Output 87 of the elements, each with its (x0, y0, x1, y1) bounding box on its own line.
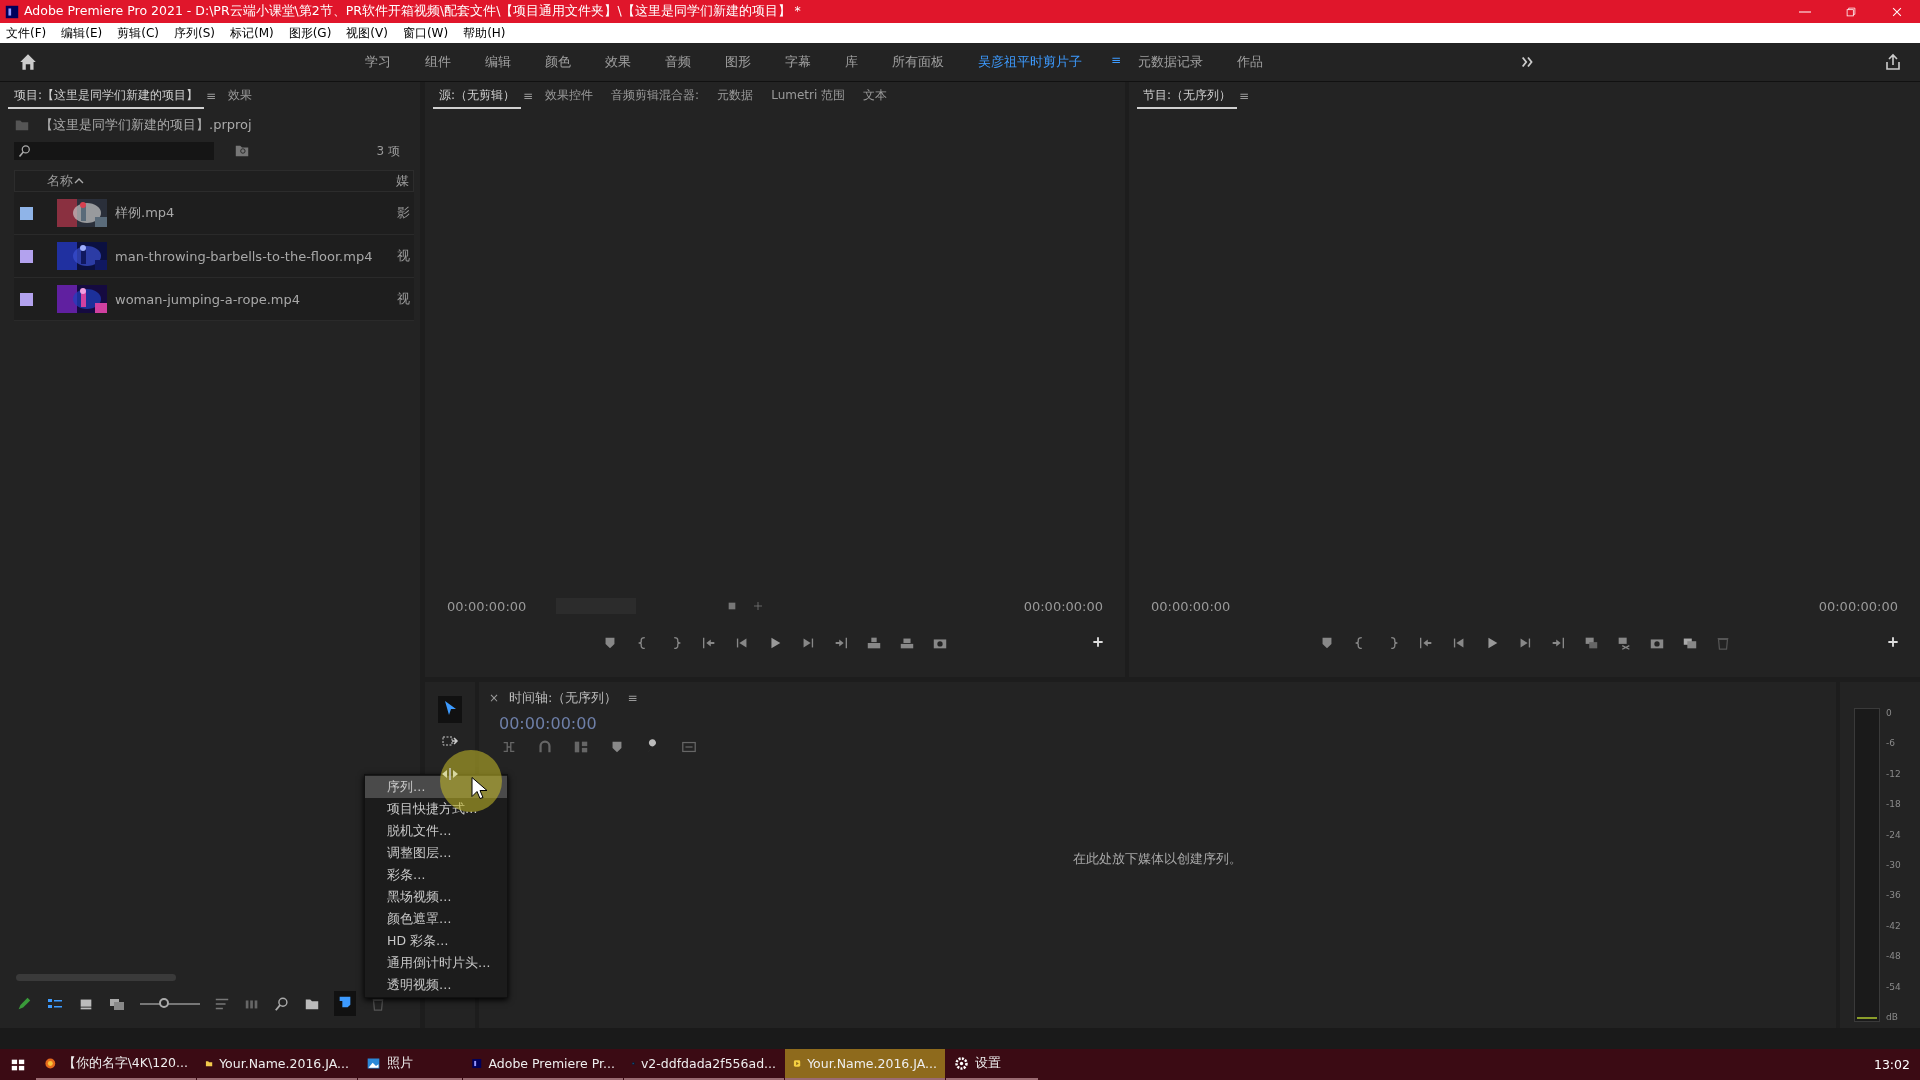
window-title: Adobe Premiere Pro 2021 - D:\PR云端小课堂\第2节、PR软件开箱视频\配套文件\【项目通用文件夹】\【这里是同学们新建的项目】 * (24, 3, 802, 20)
drop-hint: 在此处放下媒体以创建序列。 (1073, 851, 1242, 868)
panel-menu-icon[interactable]: ≡ (1111, 53, 1122, 71)
meter-scale-label: dB (1886, 1011, 1899, 1022)
meter-scale-label: -6 (1886, 738, 1896, 749)
clip-name: woman-jumping-a-rope.mp4 (115, 291, 300, 307)
meter-scale-label: -12 (1886, 768, 1901, 779)
panel-menu-icon[interactable]: ≡ (1239, 89, 1250, 103)
menu-item[interactable]: 项目快捷方式… (365, 798, 507, 820)
menu-item[interactable]: 序列(S) (173, 24, 215, 42)
panel-tab[interactable]: 时间轴:（无序列） (509, 689, 618, 707)
panel-tab[interactable]: 源:（无剪辑） (433, 83, 522, 109)
menu-item[interactable]: 帮助(H) (463, 24, 506, 42)
taskbar-button[interactable]: 【你的名字\4K\120... (36, 1049, 196, 1080)
menu-item[interactable]: 序列… (365, 776, 507, 798)
workspace-tab[interactable]: 作品 (1220, 53, 1281, 71)
column-label[interactable]: 媒 (396, 172, 409, 190)
workspace-tab[interactable]: 字幕 (768, 53, 828, 71)
media-type: 视 (397, 247, 410, 265)
timecode[interactable]: 00:00:00:00 (1151, 598, 1231, 614)
item-count: 3 项 (376, 142, 400, 160)
meter-scale-label: -54 (1886, 981, 1901, 992)
taskbar-button[interactable]: Your.Name.2016.JA... (197, 1049, 357, 1080)
close-icon[interactable]: × (489, 691, 500, 705)
menu-item[interactable]: 文件(F) (6, 24, 47, 42)
workspace-tab[interactable]: 编辑 (468, 53, 528, 71)
panel-tab[interactable]: 效果 (222, 83, 259, 109)
menu-item[interactable]: 彩条… (365, 864, 507, 886)
menu-item[interactable]: 通用倒计时片头… (365, 952, 507, 974)
menu-item[interactable]: 黑场视频… (365, 886, 507, 908)
menu-item[interactable]: 透明视频… (365, 974, 507, 996)
panel-tab[interactable]: 音频剪辑混合器: (605, 83, 706, 109)
menu-item[interactable]: HD 彩条… (365, 930, 507, 952)
timecode[interactable]: 00:00:00:00 (499, 714, 1826, 733)
workspace-tab[interactable]: 音频 (648, 53, 708, 71)
timecode: 00:00:00:00 (1818, 598, 1898, 614)
workspace-tab[interactable]: 组件 (408, 53, 468, 71)
menu-item[interactable]: 剪辑(C) (117, 24, 159, 42)
panel-tab[interactable]: 效果控件 (539, 83, 600, 109)
menu-item[interactable]: 视图(V) (346, 24, 388, 42)
meter-scale-label: -24 (1886, 829, 1901, 840)
taskbar-button[interactable]: Adobe Premiere Pr... (463, 1049, 623, 1080)
panel-tab[interactable]: 节目:（无序列） (1137, 83, 1238, 109)
menu-item[interactable]: 图形(G) (288, 24, 332, 42)
menu-item[interactable]: 颜色遮罩… (365, 908, 507, 930)
meter-scale-label: -48 (1886, 951, 1901, 962)
workspace-tab[interactable]: 元数据记录 (1121, 53, 1221, 71)
workspace-tab[interactable]: 库 (828, 53, 875, 71)
column-label[interactable]: 名称 (47, 172, 73, 190)
project-item-row[interactable]: 样例.mp4 影 (14, 192, 414, 235)
taskbar-button[interactable]: Your.Name.2016.JA... (785, 1049, 945, 1080)
project-item-row[interactable]: woman-jumping-a-rope.mp4 视 (14, 278, 414, 321)
timecode: 00:00:00:00 (1023, 598, 1103, 614)
meter-scale-label: 0 (1886, 708, 1893, 718)
workspace-tab[interactable]: 所有面板 (875, 53, 961, 71)
taskbar-button[interactable]: v2-ddfdada2f556ad... (624, 1049, 784, 1080)
menu-item[interactable]: 调整图层… (365, 842, 507, 864)
panel-menu-icon[interactable]: ≡ (206, 89, 217, 103)
project-file-name: 【这里是同学们新建的项目】.prproj (40, 116, 252, 134)
timecode[interactable]: 00:00:00:00 (447, 598, 527, 614)
panel-tab[interactable]: 元数据 (711, 83, 760, 109)
workspace-tab[interactable]: 效果 (588, 53, 648, 71)
workspace-tab[interactable]: 学习 (348, 53, 408, 71)
menu-item[interactable]: 标记(M) (229, 24, 274, 42)
menu-item[interactable]: 编辑(E) (61, 24, 103, 42)
menu-item[interactable]: 脱机文件… (365, 820, 507, 842)
meter-scale-label: -18 (1886, 799, 1901, 810)
panel-menu-icon[interactable]: ≡ (523, 89, 534, 103)
menu-item[interactable]: 窗口(W) (402, 24, 449, 42)
taskbar-button[interactable]: 照片 (358, 1049, 462, 1080)
clip-name: man-throwing-barbells-to-the-floor.mp4 (115, 248, 373, 264)
meter-scale-label: -30 (1886, 859, 1901, 870)
workspace-tab[interactable]: 吴彦祖平时剪片子 (961, 53, 1099, 71)
panel-tab[interactable]: 文本 (857, 83, 894, 109)
clock: 13:02 (1873, 1057, 1910, 1072)
workspace-tab[interactable]: 颜色 (528, 53, 588, 71)
panel-tab[interactable]: Lumetri 范围 (765, 83, 852, 109)
workspace-tab[interactable]: 图形 (708, 53, 768, 71)
project-item-row[interactable]: man-throwing-barbells-to-the-floor.mp4 视 (14, 235, 414, 278)
meter-scale-label: -36 (1886, 890, 1901, 901)
panel-menu-icon[interactable]: ≡ (627, 691, 638, 705)
media-type: 视 (397, 290, 410, 308)
meter-scale-label: -42 (1886, 920, 1901, 931)
taskbar-button[interactable]: 设置 (946, 1049, 1038, 1080)
clip-name: 样例.mp4 (115, 204, 175, 222)
media-type: 影 (397, 204, 410, 222)
panel-tab[interactable]: 项目:【这里是同学们新建的项目】 (8, 83, 205, 109)
